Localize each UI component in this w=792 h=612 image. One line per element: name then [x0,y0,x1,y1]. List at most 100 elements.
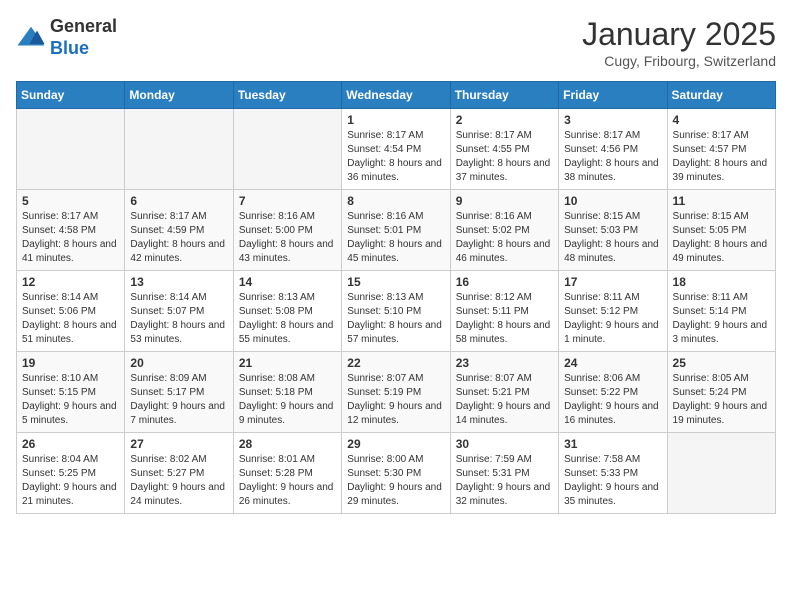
day-number: 3 [564,113,661,127]
day-info: Sunrise: 8:17 AM Sunset: 4:59 PM Dayligh… [130,210,227,266]
day-info: Sunrise: 8:04 AM Sunset: 5:25 PM Dayligh… [22,453,119,509]
calendar-cell: 19 Sunrise: 8:10 AM Sunset: 5:15 PM Dayl… [17,352,125,433]
calendar-cell: 27 Sunrise: 8:02 AM Sunset: 5:27 PM Dayl… [125,433,233,514]
day-number: 5 [22,194,119,208]
day-info: Sunrise: 8:17 AM Sunset: 4:56 PM Dayligh… [564,129,661,185]
day-number: 16 [456,275,553,289]
day-number: 8 [347,194,444,208]
page-header: General Blue January 2025 Cugy, Fribourg… [16,16,776,69]
day-info: Sunrise: 8:17 AM Sunset: 4:55 PM Dayligh… [456,129,553,185]
calendar-cell: 5 Sunrise: 8:17 AM Sunset: 4:58 PM Dayli… [17,190,125,271]
day-info: Sunrise: 8:06 AM Sunset: 5:22 PM Dayligh… [564,372,661,428]
calendar-header: SundayMondayTuesdayWednesdayThursdayFrid… [17,82,776,109]
calendar-cell: 1 Sunrise: 8:17 AM Sunset: 4:54 PM Dayli… [342,109,450,190]
calendar-cell: 8 Sunrise: 8:16 AM Sunset: 5:01 PM Dayli… [342,190,450,271]
calendar-cell: 4 Sunrise: 8:17 AM Sunset: 4:57 PM Dayli… [667,109,775,190]
day-header-monday: Monday [125,82,233,109]
day-number: 31 [564,437,661,451]
week-row: 19 Sunrise: 8:10 AM Sunset: 5:15 PM Dayl… [17,352,776,433]
day-info: Sunrise: 8:16 AM Sunset: 5:02 PM Dayligh… [456,210,553,266]
calendar-cell: 16 Sunrise: 8:12 AM Sunset: 5:11 PM Dayl… [450,271,558,352]
day-number: 29 [347,437,444,451]
day-number: 11 [673,194,770,208]
calendar-cell: 3 Sunrise: 8:17 AM Sunset: 4:56 PM Dayli… [559,109,667,190]
day-number: 27 [130,437,227,451]
day-info: Sunrise: 8:17 AM Sunset: 4:57 PM Dayligh… [673,129,770,185]
calendar-cell: 14 Sunrise: 8:13 AM Sunset: 5:08 PM Dayl… [233,271,341,352]
calendar-cell: 24 Sunrise: 8:06 AM Sunset: 5:22 PM Dayl… [559,352,667,433]
calendar-cell: 18 Sunrise: 8:11 AM Sunset: 5:14 PM Dayl… [667,271,775,352]
day-info: Sunrise: 8:07 AM Sunset: 5:19 PM Dayligh… [347,372,444,428]
day-info: Sunrise: 8:12 AM Sunset: 5:11 PM Dayligh… [456,291,553,347]
calendar-cell [17,109,125,190]
day-number: 12 [22,275,119,289]
day-number: 10 [564,194,661,208]
calendar-cell: 6 Sunrise: 8:17 AM Sunset: 4:59 PM Dayli… [125,190,233,271]
month-title: January 2025 [582,16,776,53]
calendar-cell [125,109,233,190]
calendar-cell: 7 Sunrise: 8:16 AM Sunset: 5:00 PM Dayli… [233,190,341,271]
logo: General Blue [16,16,117,59]
day-info: Sunrise: 8:01 AM Sunset: 5:28 PM Dayligh… [239,453,336,509]
day-info: Sunrise: 7:59 AM Sunset: 5:31 PM Dayligh… [456,453,553,509]
day-number: 22 [347,356,444,370]
day-number: 25 [673,356,770,370]
header-row: SundayMondayTuesdayWednesdayThursdayFrid… [17,82,776,109]
day-info: Sunrise: 8:00 AM Sunset: 5:30 PM Dayligh… [347,453,444,509]
calendar-cell: 15 Sunrise: 8:13 AM Sunset: 5:10 PM Dayl… [342,271,450,352]
day-info: Sunrise: 8:15 AM Sunset: 5:03 PM Dayligh… [564,210,661,266]
calendar-cell: 21 Sunrise: 8:08 AM Sunset: 5:18 PM Dayl… [233,352,341,433]
calendar-cell: 2 Sunrise: 8:17 AM Sunset: 4:55 PM Dayli… [450,109,558,190]
day-info: Sunrise: 8:07 AM Sunset: 5:21 PM Dayligh… [456,372,553,428]
calendar-cell: 30 Sunrise: 7:59 AM Sunset: 5:31 PM Dayl… [450,433,558,514]
day-number: 19 [22,356,119,370]
day-number: 7 [239,194,336,208]
title-area: January 2025 Cugy, Fribourg, Switzerland [582,16,776,69]
logo-text: General Blue [50,16,117,59]
day-info: Sunrise: 8:05 AM Sunset: 5:24 PM Dayligh… [673,372,770,428]
day-header-thursday: Thursday [450,82,558,109]
day-number: 26 [22,437,119,451]
day-info: Sunrise: 8:02 AM Sunset: 5:27 PM Dayligh… [130,453,227,509]
day-info: Sunrise: 8:11 AM Sunset: 5:14 PM Dayligh… [673,291,770,347]
day-number: 13 [130,275,227,289]
calendar-cell: 25 Sunrise: 8:05 AM Sunset: 5:24 PM Dayl… [667,352,775,433]
calendar-cell: 29 Sunrise: 8:00 AM Sunset: 5:30 PM Dayl… [342,433,450,514]
day-header-tuesday: Tuesday [233,82,341,109]
day-number: 2 [456,113,553,127]
logo-icon [16,23,46,53]
calendar-cell [233,109,341,190]
day-info: Sunrise: 8:17 AM Sunset: 4:58 PM Dayligh… [22,210,119,266]
day-header-wednesday: Wednesday [342,82,450,109]
day-number: 14 [239,275,336,289]
day-number: 30 [456,437,553,451]
day-info: Sunrise: 8:13 AM Sunset: 5:10 PM Dayligh… [347,291,444,347]
calendar-body: 1 Sunrise: 8:17 AM Sunset: 4:54 PM Dayli… [17,109,776,514]
calendar-cell: 9 Sunrise: 8:16 AM Sunset: 5:02 PM Dayli… [450,190,558,271]
day-number: 21 [239,356,336,370]
day-header-saturday: Saturday [667,82,775,109]
day-info: Sunrise: 8:08 AM Sunset: 5:18 PM Dayligh… [239,372,336,428]
day-info: Sunrise: 7:58 AM Sunset: 5:33 PM Dayligh… [564,453,661,509]
calendar-cell: 13 Sunrise: 8:14 AM Sunset: 5:07 PM Dayl… [125,271,233,352]
day-info: Sunrise: 8:11 AM Sunset: 5:12 PM Dayligh… [564,291,661,347]
day-info: Sunrise: 8:15 AM Sunset: 5:05 PM Dayligh… [673,210,770,266]
day-info: Sunrise: 8:14 AM Sunset: 5:06 PM Dayligh… [22,291,119,347]
calendar-cell [667,433,775,514]
day-number: 23 [456,356,553,370]
day-number: 17 [564,275,661,289]
day-info: Sunrise: 8:13 AM Sunset: 5:08 PM Dayligh… [239,291,336,347]
week-row: 5 Sunrise: 8:17 AM Sunset: 4:58 PM Dayli… [17,190,776,271]
day-number: 6 [130,194,227,208]
calendar-cell: 11 Sunrise: 8:15 AM Sunset: 5:05 PM Dayl… [667,190,775,271]
day-info: Sunrise: 8:10 AM Sunset: 5:15 PM Dayligh… [22,372,119,428]
calendar-cell: 20 Sunrise: 8:09 AM Sunset: 5:17 PM Dayl… [125,352,233,433]
day-info: Sunrise: 8:16 AM Sunset: 5:01 PM Dayligh… [347,210,444,266]
calendar-cell: 26 Sunrise: 8:04 AM Sunset: 5:25 PM Dayl… [17,433,125,514]
day-number: 18 [673,275,770,289]
day-number: 24 [564,356,661,370]
logo-general: General [50,16,117,38]
day-number: 9 [456,194,553,208]
calendar-cell: 22 Sunrise: 8:07 AM Sunset: 5:19 PM Dayl… [342,352,450,433]
day-header-sunday: Sunday [17,82,125,109]
